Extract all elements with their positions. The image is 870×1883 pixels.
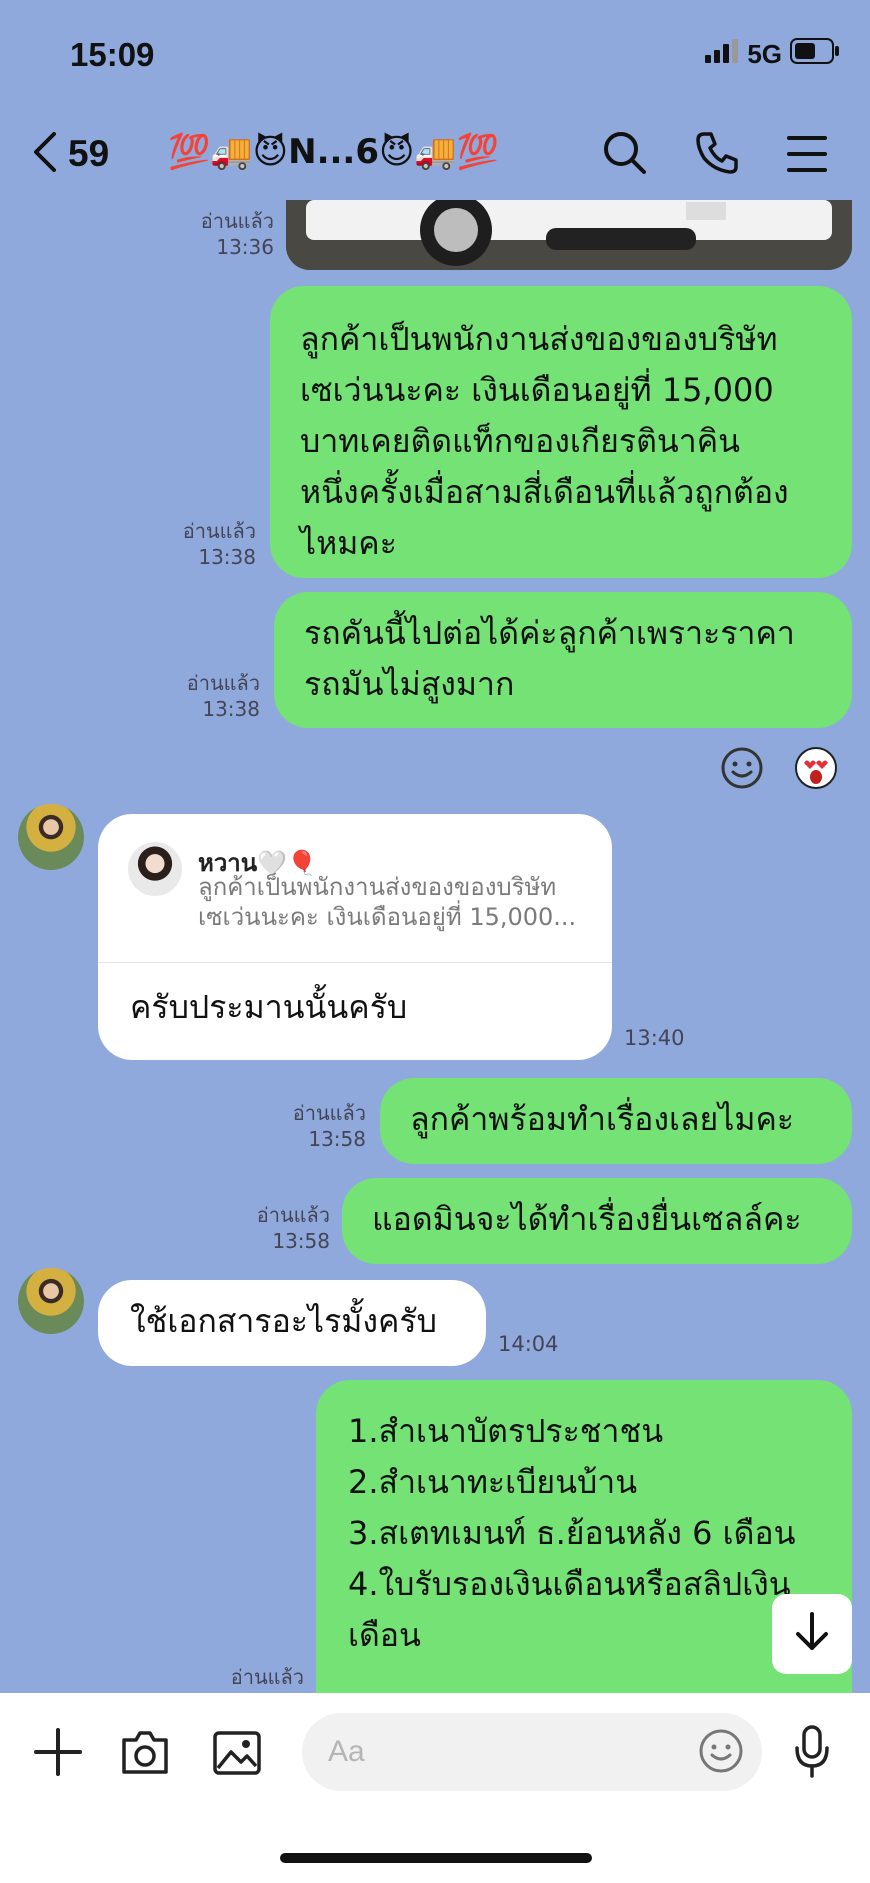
network-label: 5G [747,39,782,69]
chat-screen: 15:09 5G 59 💯🚚😈N...6😈🚚💯 อ่านแล้ว 13:36 ล… [0,0,870,1883]
chat-title[interactable]: 💯🚚😈N...6😈🚚💯 [168,132,499,172]
back-chevron-icon [30,130,58,178]
smile-reaction-icon[interactable] [720,746,764,794]
read-receipt: อ่านแล้ว 13:38 [182,519,256,569]
search-icon[interactable] [602,130,648,180]
outgoing-message[interactable]: ลูกค้าเป็นพนักงานส่งของของบริษัท เซเว่นน… [270,286,852,578]
menu-icon[interactable] [786,134,828,178]
outgoing-message[interactable]: ลูกค้าพร้อมทำเรื่องเลยไมคะ [380,1078,852,1164]
message-text: ครับประมานนั้นครับ [130,988,408,1026]
reply-divider [98,962,612,963]
read-receipt: อ่านแล้ว [230,1665,304,1689]
reply-avatar [128,842,182,896]
outgoing-message[interactable]: แอดมินจะได้ทำเรื่องยื่นเซลล์คะ [342,1178,852,1264]
avatar[interactable] [18,1268,84,1334]
back-button[interactable]: 59 [30,130,109,178]
outgoing-message[interactable]: 1.สำเนาบัตรประชาชน 2.สำเนาทะเบียนบ้าน 3.… [316,1380,852,1720]
microphone-icon[interactable] [792,1724,832,1784]
message-time: 14:04 [498,1332,559,1356]
sent-photo[interactable] [286,200,852,270]
signal-icon [705,39,739,70]
scroll-to-bottom-button[interactable] [772,1594,852,1674]
plus-icon[interactable] [34,1728,82,1780]
battery-icon [790,38,840,71]
incoming-message[interactable]: หวาน🤍🎈 ลูกค้าเป็นพนักงานส่งของของบริษัท … [98,814,612,1060]
phone-icon[interactable] [694,130,740,180]
status-time: 15:09 [70,36,155,73]
avatar[interactable] [18,804,84,870]
read-receipt: อ่านแล้ว 13:58 [256,1203,330,1253]
scroll-down-icon [792,1610,832,1658]
home-indicator [280,1853,592,1863]
reply-quote: ลูกค้าเป็นพนักงานส่งของของบริษัท เซเว่นน… [198,873,577,931]
outgoing-message[interactable]: รถคันนี้ไปต่อได้ค่ะลูกค้าเพราะราคา รถมัน… [274,592,852,728]
image-icon[interactable] [212,1730,262,1780]
emoji-icon[interactable] [698,1728,744,1778]
camera-icon[interactable] [120,1728,170,1780]
read-receipt: อ่านแล้ว 13:58 [292,1101,366,1151]
message-time: 13:40 [624,1026,685,1050]
incoming-message[interactable]: ใช้เอกสารอะไรมั้งครับ [98,1280,486,1366]
status-indicators: 5G [705,38,840,71]
heart-eyes-reaction-icon[interactable] [794,746,838,794]
unread-count: 59 [68,133,110,174]
read-receipt: อ่านแล้ว 13:38 [186,671,260,721]
read-receipt: อ่านแล้ว 13:36 [200,209,274,259]
message-text: ใช้เอกสารอะไรมั้งครับ [130,1302,437,1340]
message-input[interactable] [302,1713,762,1791]
